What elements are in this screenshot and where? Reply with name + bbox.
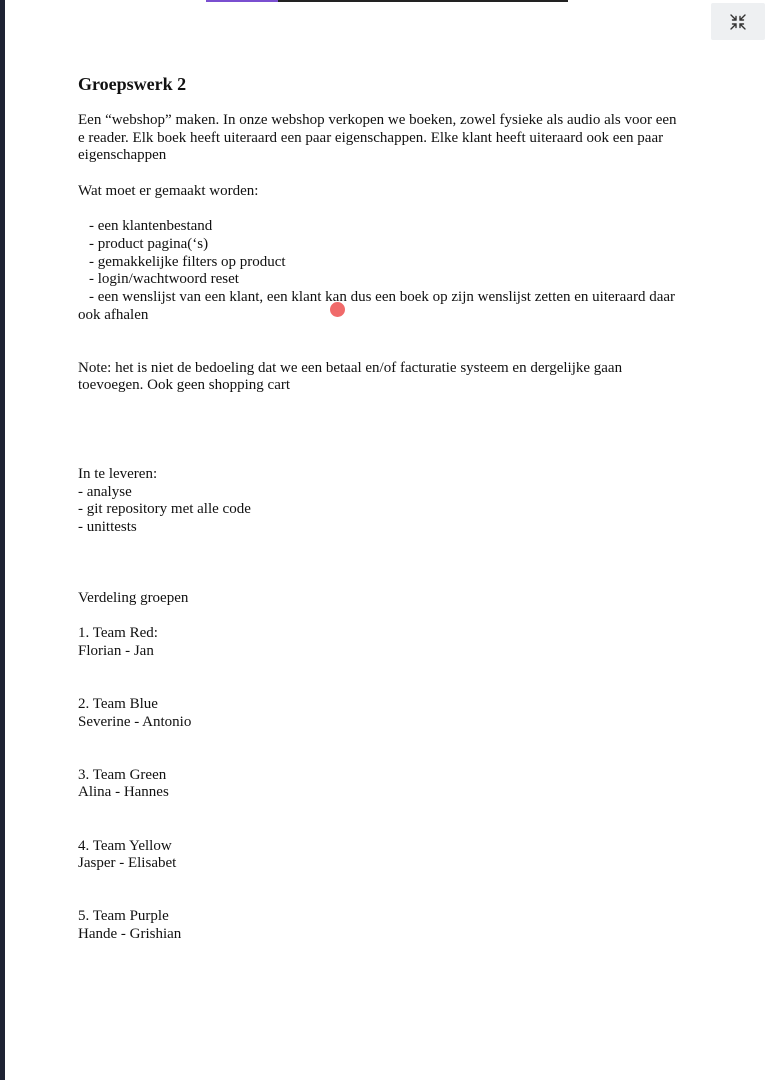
note-line: Note: het is niet de bedoeling dat we ee… — [78, 359, 623, 376]
deliverables-heading: In te leveren: — [78, 465, 158, 482]
team-name: 5. Team Purple — [78, 908, 169, 925]
left-edge-bar — [0, 0, 5, 1080]
requirement-item: - een klantenbestand — [89, 218, 213, 235]
laser-pointer-dot — [330, 302, 345, 317]
document-title: Groepswerk 2 — [78, 74, 187, 94]
deliverable-item: - git repository met alle code — [78, 501, 251, 518]
intro-line: e reader. Elk boek heeft uiteraard een p… — [78, 129, 664, 146]
team-name: 2. Team Blue — [78, 695, 158, 712]
document-body: Groepswerk 2 Een “webshop” maken. In onz… — [78, 72, 698, 944]
requirement-item: - product pagina(‘s) — [89, 235, 209, 252]
intro-line: eigenschappen — [78, 147, 167, 164]
team-name: 1. Team Red: — [78, 625, 158, 642]
groups-heading: Verdeling groepen — [78, 589, 189, 606]
exit-fullscreen-button[interactable] — [711, 3, 765, 40]
note-line: toevoegen. Ook geen shopping cart — [78, 377, 291, 394]
requirements-heading: Wat moet er gemaakt worden: — [78, 182, 259, 199]
team-members: Hande - Grishian — [78, 926, 182, 943]
team-members: Alina - Hannes — [78, 784, 169, 801]
presentation-progress-bar — [206, 0, 568, 2]
team-members: Florian - Jan — [78, 642, 154, 659]
deliverable-item: - unittests — [78, 519, 137, 536]
team-members: Jasper - Elisabet — [78, 855, 177, 872]
collapse-arrows-icon — [730, 13, 746, 30]
team-name: 4. Team Yellow — [78, 837, 172, 854]
team-members: Severine - Antonio — [78, 713, 192, 730]
requirement-item: - een wenslijst van een klant, een klant… — [89, 289, 676, 305]
deliverable-item: - analyse — [78, 483, 132, 500]
progress-fill — [206, 0, 279, 2]
requirement-continuation: ook afhalen — [78, 306, 149, 323]
team-name: 3. Team Green — [78, 766, 167, 783]
intro-line: Een “webshop” maken. In onze webshop ver… — [78, 112, 677, 128]
requirement-item: - login/wachtwoord reset — [89, 271, 239, 288]
requirement-item: - gemakkelijke filters op product — [89, 253, 286, 270]
